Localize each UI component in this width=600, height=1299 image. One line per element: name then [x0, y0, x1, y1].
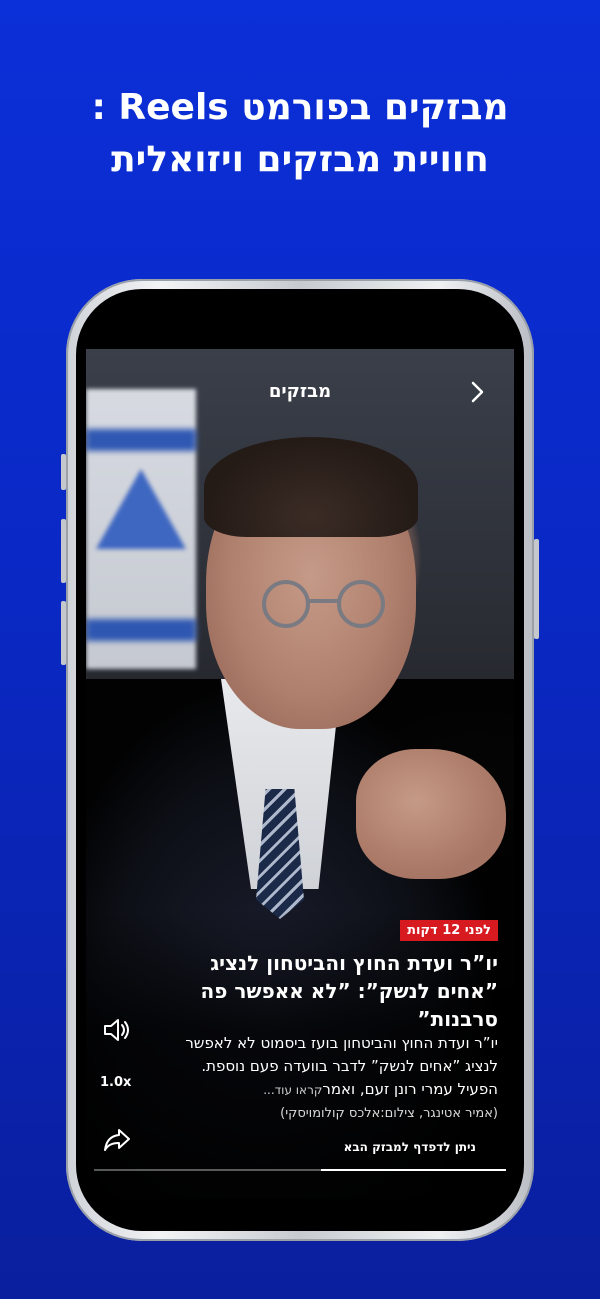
summary-text: יו”ר ועדת החוץ והביטחון בועז ביסמוט לא ל…: [185, 1034, 498, 1098]
headline[interactable]: יו”ר ועדת החוץ והביטחון לנציג ”אחים לנשק…: [198, 949, 499, 1033]
promo-title-line1: מבזקים בפורמט Reels :: [91, 87, 509, 128]
flag-star: [96, 469, 186, 549]
volume-up-button: [61, 519, 66, 583]
back-button[interactable]: [464, 379, 490, 405]
speaker-hand: [356, 749, 506, 879]
photo-credit: (אמיר אטינגר, צילום:אלכס קולומויסקי): [280, 1106, 498, 1121]
phone-bezel: מבזקים לפני 12 דקות יו”ר ועדת החוץ והביט…: [76, 289, 524, 1231]
phone-frame: מבזקים לפני 12 דקות יו”ר ועדת החוץ והביט…: [61, 279, 539, 1241]
page-title: מבזקים: [268, 381, 332, 402]
phone-screen: מבזקים לפני 12 דקות יו”ר ועדת החוץ והביט…: [86, 299, 514, 1201]
time-badge: לפני 12 דקות: [400, 920, 498, 941]
promo-title: מבזקים בפורמט Reels : חוויית מבזקים ויזו…: [40, 82, 560, 186]
sound-button[interactable]: [102, 1017, 134, 1045]
volume-down-button: [61, 601, 66, 665]
glasses: [262, 580, 385, 628]
notch: [210, 299, 390, 345]
swipe-hint: ניתן לדפדף למבזק הבא: [343, 1140, 476, 1154]
silent-switch: [61, 454, 66, 490]
progress-fill: [320, 1169, 506, 1171]
chevron-right-icon: [471, 381, 484, 403]
speaker-hair: [204, 437, 418, 537]
playback-speed-button[interactable]: 1.0x: [100, 1075, 131, 1090]
progress-track: [94, 1169, 506, 1171]
share-icon: [104, 1129, 130, 1151]
read-more-link[interactable]: קראו עוד...: [263, 1083, 322, 1097]
article-summary[interactable]: יו”ר ועדת החוץ והביטחון בועז ביסמוט לא ל…: [178, 1032, 498, 1102]
share-button[interactable]: [102, 1127, 134, 1155]
promo-title-line2: חוויית מבזקים ויזואלית: [111, 139, 489, 180]
power-button: [534, 539, 539, 639]
speaker-icon: [104, 1019, 129, 1041]
